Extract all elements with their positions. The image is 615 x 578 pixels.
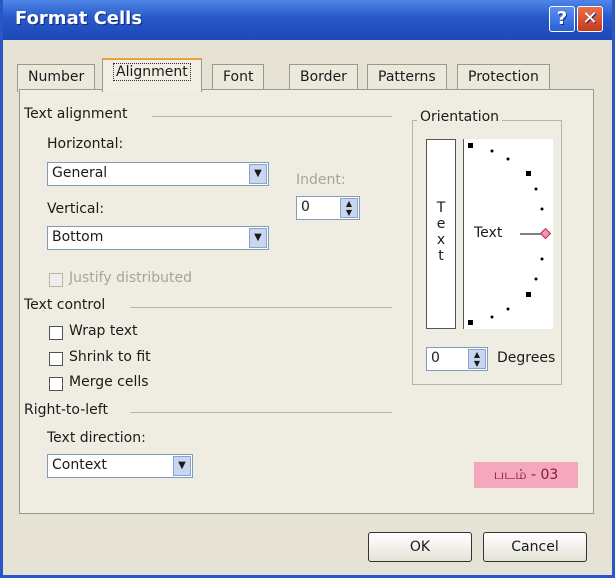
degrees-spinner[interactable]: 0 ▲ ▼ (426, 347, 488, 371)
figure-caption: படம் - 03 (474, 462, 578, 488)
horizontal-dropdown[interactable]: General ▼ (47, 162, 269, 186)
text-alignment-group-title: Text alignment (24, 106, 128, 122)
tab-border-label: Border (300, 69, 347, 85)
degrees-label: Degrees (497, 350, 556, 366)
wrap-text-label: Wrap text (69, 323, 138, 339)
chevron-down-icon[interactable]: ▼ (249, 228, 267, 248)
tab-font-label: Font (223, 69, 254, 85)
text-control-group-title: Text control (24, 297, 106, 313)
group-divider (130, 307, 392, 308)
tab-patterns-label: Patterns (378, 69, 436, 85)
group-divider (152, 116, 392, 117)
chevron-down-icon[interactable]: ▼ (173, 456, 191, 476)
tab-protection-label: Protection (468, 69, 539, 85)
shrink-to-fit-label: Shrink to fit (69, 349, 151, 365)
group-divider (130, 412, 392, 413)
spin-arrows-icon[interactable]: ▲ ▼ (468, 349, 486, 369)
orientation-dial[interactable]: Text (463, 139, 553, 329)
indent-value: 0 (301, 199, 310, 215)
tab-number-label: Number (28, 69, 85, 85)
help-button[interactable]: ? (549, 6, 575, 32)
tab-patterns[interactable]: Patterns (367, 64, 447, 92)
spin-arrows-icon[interactable]: ▲ ▼ (340, 198, 358, 218)
text-direction-label: Text direction: (47, 430, 146, 446)
vertical-text-char: T (436, 200, 446, 216)
format-cells-dialog: Format Cells ? ✕ Number Alignment Font B… (0, 0, 615, 578)
vertical-text-char: x (436, 232, 446, 248)
vertical-dropdown[interactable]: Bottom ▼ (47, 226, 269, 250)
horizontal-label: Horizontal: (47, 136, 124, 152)
merge-cells-label: Merge cells (69, 374, 149, 390)
tab-protection[interactable]: Protection (457, 64, 550, 92)
vertical-text-toggle[interactable]: T e x t (426, 139, 456, 329)
merge-cells-checkbox[interactable] (49, 377, 63, 391)
text-direction-dropdown[interactable]: Context ▼ (47, 454, 193, 478)
orientation-group: Orientation T e x t Text 0 ▲ ▼ Degrees (412, 109, 562, 385)
ok-button[interactable]: OK (368, 532, 472, 562)
vertical-text-char: t (438, 248, 444, 264)
right-to-left-group-title: Right-to-left (24, 402, 108, 418)
vertical-text-char: e (436, 216, 446, 232)
tab-border[interactable]: Border (289, 64, 358, 92)
shrink-to-fit-checkbox[interactable] (49, 352, 63, 366)
chevron-down-icon[interactable]: ▼ (249, 164, 267, 184)
horizontal-value: General (52, 165, 108, 181)
close-button[interactable]: ✕ (577, 6, 603, 32)
vertical-text-sample: T e x t (435, 200, 447, 264)
title-bar[interactable]: Format Cells ? ✕ (3, 0, 612, 40)
vertical-value: Bottom (52, 229, 104, 245)
indent-label: Indent: (296, 172, 346, 188)
tab-number[interactable]: Number (17, 64, 96, 92)
cancel-button[interactable]: Cancel (483, 532, 587, 562)
dial-text-sample: Text (474, 225, 503, 241)
wrap-text-checkbox[interactable] (49, 326, 63, 340)
indent-spinner[interactable]: 0 ▲ ▼ (296, 196, 360, 220)
tab-alignment-label: Alignment (113, 63, 191, 81)
degrees-value: 0 (431, 350, 440, 366)
dialog-title: Format Cells (15, 8, 143, 29)
tab-font[interactable]: Font (212, 64, 265, 92)
justify-distributed-label: Justify distributed (69, 270, 193, 286)
orientation-group-title: Orientation (417, 109, 503, 125)
justify-distributed-checkbox[interactable] (49, 273, 63, 287)
vertical-label: Vertical: (47, 201, 105, 217)
tab-alignment[interactable]: Alignment (102, 58, 202, 92)
alignment-panel: Text alignment Horizontal: General ▼ Ind… (19, 89, 594, 514)
text-direction-value: Context (52, 457, 107, 473)
